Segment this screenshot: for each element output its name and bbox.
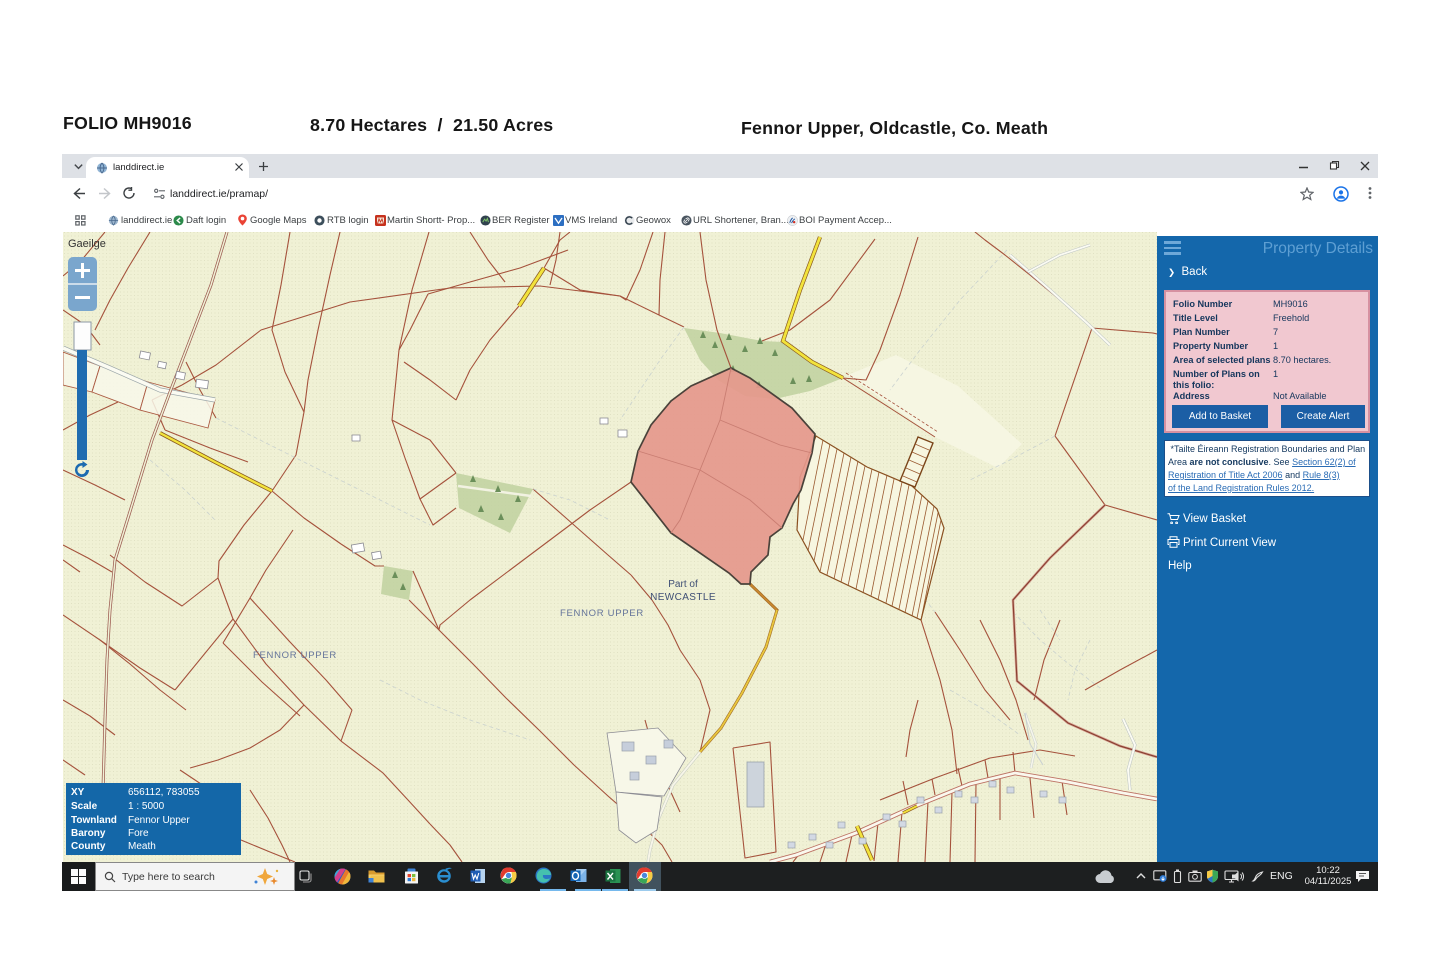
svg-text:FENNOR UPPER: FENNOR UPPER — [253, 650, 337, 661]
svg-text:NEWCASTLE: NEWCASTLE — [650, 592, 716, 603]
svg-text:Gaeilge: Gaeilge — [68, 238, 106, 250]
svg-text:FENNOR UPPER: FENNOR UPPER — [560, 608, 644, 619]
svg-text:Part of: Part of — [668, 579, 698, 590]
